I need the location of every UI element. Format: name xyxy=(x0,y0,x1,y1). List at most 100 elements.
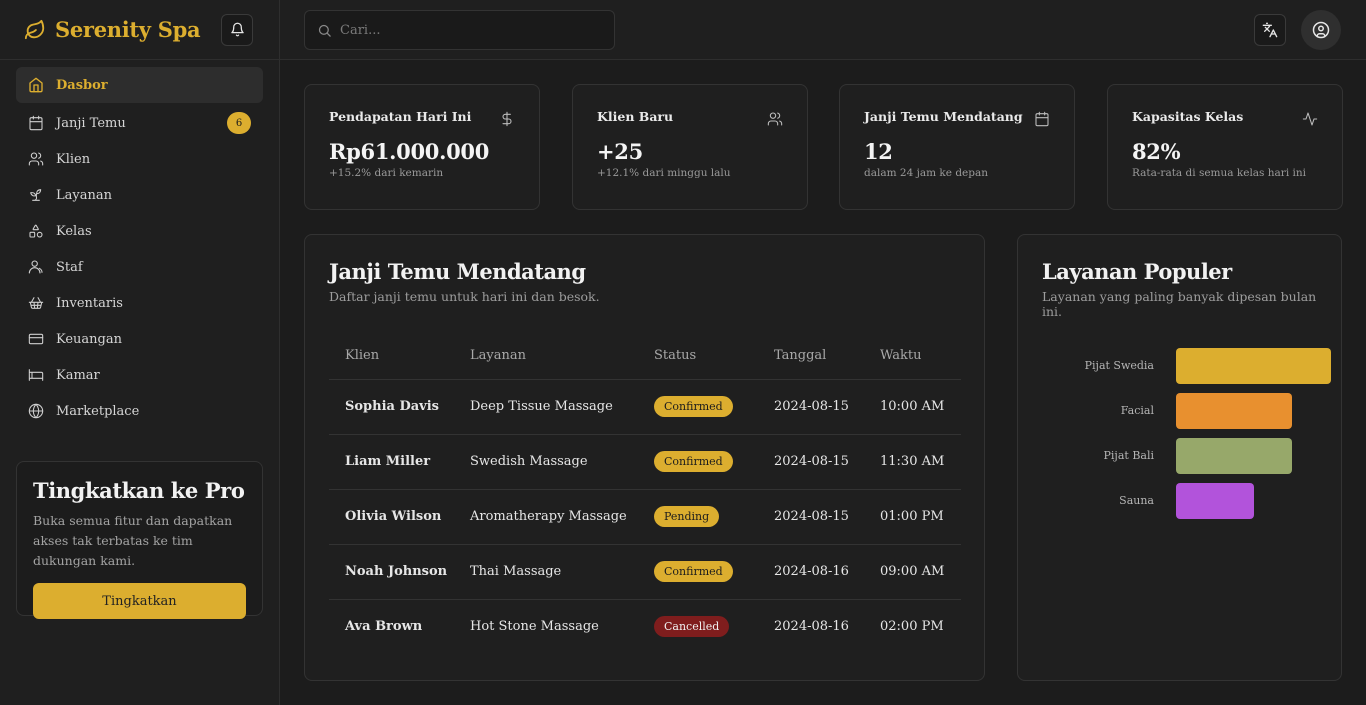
users-icon xyxy=(28,151,44,167)
table-row[interactable]: Olivia Wilson Aromatherapy Massage Pending… xyxy=(329,489,961,545)
appointments-panel: Janji Temu Mendatang Daftar janji temu u… xyxy=(304,234,985,681)
sidebar-item-marketplace[interactable]: Marketplace xyxy=(16,393,263,429)
service-cell: Aromatherapy Massage xyxy=(454,489,638,545)
table-row[interactable]: Liam Miller Swedish Massage Confirmed 2024-… xyxy=(329,434,961,490)
stat-value: Rp61.000.000 xyxy=(329,139,490,164)
stat-subtext: Rata-rata di semua kelas hari ini xyxy=(1132,167,1307,179)
sidebar: Serenity Spa Dasbor Janji Temu 6 Klien L… xyxy=(0,0,280,705)
activity-icon xyxy=(1302,111,1318,127)
date-cell: 2024-08-16 xyxy=(774,619,849,635)
sidebar-item-label: Kamar xyxy=(56,367,100,383)
notifications-button[interactable] xyxy=(221,13,253,46)
bar-pijat-bali[interactable] xyxy=(1176,438,1292,474)
calendar-icon xyxy=(28,115,44,131)
stat-value: 12 xyxy=(864,139,893,164)
sidebar-item-klien[interactable]: Klien xyxy=(16,141,263,177)
credit-card-icon xyxy=(28,331,44,347)
bar-sauna[interactable] xyxy=(1176,483,1254,519)
service-cell: Thai Massage xyxy=(454,544,638,600)
table-row[interactable]: Sophia Davis Deep Tissue Massage Confirmed… xyxy=(329,379,961,435)
sidebar-item-label: Klien xyxy=(56,151,91,167)
sidebar-item-layanan[interactable]: Layanan xyxy=(16,177,263,213)
service-cell: Hot Stone Massage xyxy=(470,619,599,635)
user-menu-button[interactable] xyxy=(1301,10,1341,50)
upgrade-pro-card: Tingkatkan ke Pro Buka semua fitur dan d… xyxy=(16,461,263,619)
dollar-icon xyxy=(499,111,515,127)
language-button[interactable] xyxy=(1254,14,1286,46)
stat-card-new-clients: Klien Baru +25 +12.1% dari minggu lalu xyxy=(572,84,808,210)
column-header-time: Waktu xyxy=(864,332,961,380)
status-badge: Cancelled xyxy=(654,616,730,638)
stat-subtext: +15.2% dari kemarin xyxy=(329,167,444,179)
bar-label: Facial xyxy=(1120,404,1154,417)
client-cell: Olivia Wilson xyxy=(329,489,454,545)
panel-title: Layanan Populer xyxy=(1042,259,1232,284)
time-cell: 10:00 AM xyxy=(864,379,961,435)
sidebar-item-label: Inventaris xyxy=(56,295,123,311)
home-icon xyxy=(28,77,44,93)
service-cell: Deep Tissue Massage xyxy=(454,379,638,435)
bed-icon xyxy=(28,367,44,383)
stat-label: Pendapatan Hari Ini xyxy=(329,109,472,124)
stat-label: Janji Temu Mendatang xyxy=(864,109,1023,124)
sidebar-item-label: Keuangan xyxy=(56,331,122,347)
leaf-icon xyxy=(24,19,46,41)
search-input[interactable]: Cari... xyxy=(304,10,615,50)
client-cell: Ava Brown xyxy=(345,619,423,635)
sidebar-item-label: Marketplace xyxy=(56,403,140,419)
user-circle-icon xyxy=(1312,21,1330,39)
shapes-icon xyxy=(28,223,44,239)
sidebar-item-staf[interactable]: Staf xyxy=(16,249,263,285)
sidebar-item-label: Kelas xyxy=(56,223,92,239)
bar-pijat-swedia[interactable] xyxy=(1176,348,1331,384)
table-row[interactable]: Ava Brown Hot Stone Massage Cancelled 2024-… xyxy=(329,599,961,654)
search-icon xyxy=(317,23,332,38)
client-cell: Sophia Davis xyxy=(329,379,454,435)
upgrade-title: Tingkatkan ke Pro xyxy=(33,478,245,503)
sidebar-item-keuangan[interactable]: Keuangan xyxy=(16,321,263,357)
stat-value: +25 xyxy=(597,139,643,164)
date-cell: 2024-08-15 xyxy=(758,379,864,435)
table-row[interactable]: Noah Johnson Thai Massage Confirmed 2024-08… xyxy=(329,544,961,600)
table-header-row: Klien Layanan Status Tanggal Waktu xyxy=(329,332,961,380)
sidebar-item-kelas[interactable]: Kelas xyxy=(16,213,263,249)
status-badge: Confirmed xyxy=(654,396,733,417)
topbar: Cari... xyxy=(280,0,1366,60)
column-header-date: Tanggal xyxy=(758,332,864,380)
column-header-status: Status xyxy=(638,332,758,380)
sidebar-item-inventaris[interactable]: Inventaris xyxy=(16,285,263,321)
sidebar-item-kamar[interactable]: Kamar xyxy=(16,357,263,393)
upgrade-button[interactable]: Tingkatkan xyxy=(33,583,246,619)
upgrade-description: Buka semua fitur dan dapatkan akses tak … xyxy=(33,513,233,568)
time-cell: 02:00 PM xyxy=(880,619,944,635)
sidebar-item-label: Dasbor xyxy=(56,77,108,93)
date-cell: 2024-08-15 xyxy=(758,489,864,545)
search-placeholder: Cari... xyxy=(340,22,381,38)
popular-services-chart: Pijat Swedia Facial Pijat Bali Sauna xyxy=(1042,335,1331,535)
stat-label: Klien Baru xyxy=(597,109,674,124)
stat-value: 82% xyxy=(1132,139,1181,164)
basket-icon xyxy=(28,295,44,311)
stat-subtext: dalam 24 jam ke depan xyxy=(864,167,988,179)
column-header-service: Layanan xyxy=(454,332,638,380)
calendar-icon xyxy=(1034,111,1050,127)
brand-row: Serenity Spa xyxy=(0,0,279,60)
translate-icon xyxy=(1262,22,1278,38)
bar-facial[interactable] xyxy=(1176,393,1292,429)
sidebar-item-dasbor[interactable]: Dasbor xyxy=(16,67,263,103)
bar-label: Sauna xyxy=(1119,494,1154,507)
globe-icon xyxy=(28,403,44,419)
stat-card-class-capacity: Kapasitas Kelas 82% Rata-rata di semua k… xyxy=(1107,84,1343,210)
panel-description: Layanan yang paling banyak dipesan bulan… xyxy=(1042,289,1317,319)
status-cell: Confirmed xyxy=(638,544,758,600)
user-icon xyxy=(28,259,44,275)
sidebar-item-label: Staf xyxy=(56,259,83,275)
appointments-count-badge: 6 xyxy=(227,112,251,134)
users-icon xyxy=(767,111,783,127)
sprout-icon xyxy=(28,187,44,203)
sidebar-item-janji-temu[interactable]: Janji Temu 6 xyxy=(16,105,263,141)
date-cell: 2024-08-16 xyxy=(758,544,864,600)
status-cell: Pending xyxy=(638,489,758,545)
brand-logo[interactable]: Serenity Spa xyxy=(24,17,201,42)
stat-label: Kapasitas Kelas xyxy=(1132,109,1244,124)
